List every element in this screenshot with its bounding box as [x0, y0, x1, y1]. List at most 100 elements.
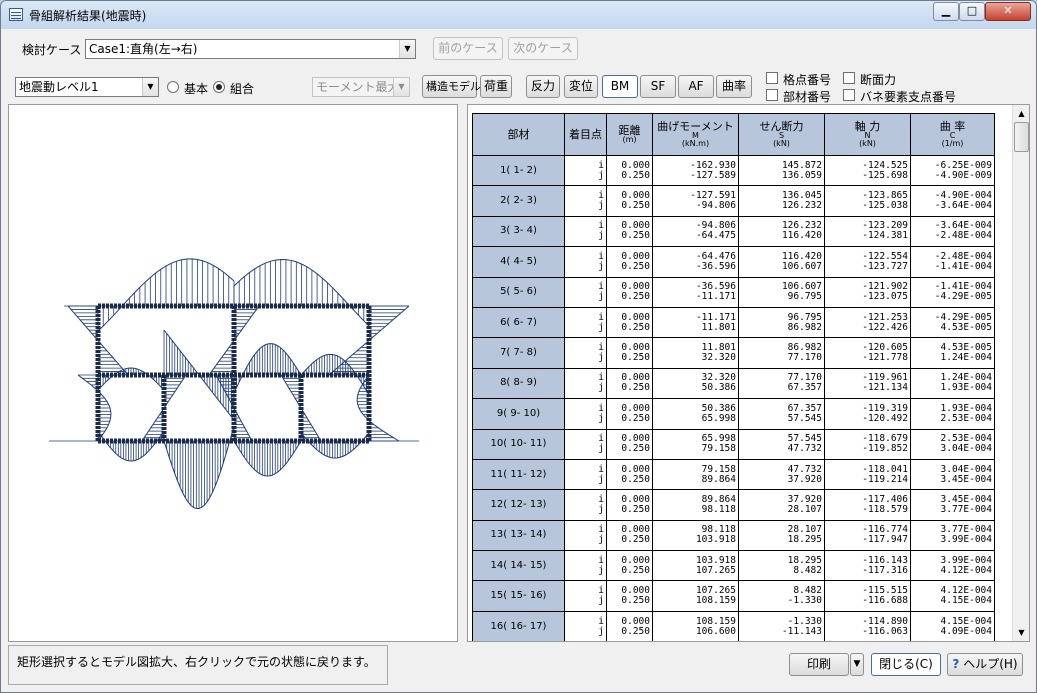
curvature-cell-value: 3.99E-004	[940, 534, 992, 546]
bm-button[interactable]: BM	[602, 75, 638, 98]
scroll-down-icon[interactable]: ▼	[1013, 624, 1029, 641]
moment-cell-value: 106.600	[695, 625, 736, 637]
table-row[interactable]: 9( 9- 10) i j 0.000 0.250 50.386 65.998 67.357 5…	[472, 398, 995, 430]
shear-cell-value: 77.170	[787, 352, 822, 364]
load-button[interactable]: 荷重	[480, 75, 512, 98]
curvature-cell: 1.24E-004 1.93E-004	[910, 367, 995, 400]
table-row[interactable]: 7( 7- 8) i j 0.000 0.250 11.801 32.320 86.982 77…	[472, 337, 995, 369]
chevron-down-icon: ▼	[853, 659, 861, 669]
case-select[interactable]: Case1:直角(左→右) ▼	[85, 39, 416, 59]
af-button[interactable]: AF	[678, 75, 714, 98]
bending-moment-diagram[interactable]	[9, 105, 457, 641]
moment-cell: -11.171 11.801	[652, 306, 739, 339]
displacement-button[interactable]: 変位	[564, 75, 598, 98]
maximize-button[interactable]: □	[959, 2, 985, 21]
shear-cell-value: 106.607	[781, 260, 822, 272]
distance-cell: 0.000 0.250	[606, 458, 653, 491]
axial-cell: -119.319 -120.492	[824, 398, 911, 430]
point-cell: ij	[564, 276, 607, 308]
moment-cell-value: -11.171	[695, 291, 736, 303]
minimize-button[interactable]: ▁	[933, 2, 959, 21]
point-cell: ij	[564, 367, 607, 400]
table-row[interactable]: 4( 4- 5) i j 0.000 0.250 -64.476 -36.596 116.42…	[472, 246, 995, 278]
curvature-cell: -2.48E-004 -1.41E-004	[910, 246, 995, 278]
node-number-checkbox[interactable]	[766, 72, 778, 84]
distance-cell: 0.000 0.250	[606, 367, 653, 400]
radio-combo[interactable]	[213, 81, 225, 93]
scrollbar-thumb[interactable]	[1014, 122, 1029, 152]
curvature-cell-value: -4.29E-005	[934, 291, 992, 303]
print-button[interactable]: 印刷	[789, 653, 849, 676]
prev-case-button[interactable]: 前のケース	[433, 37, 503, 60]
distance-cell: 0.000 0.250	[606, 154, 653, 187]
close-button[interactable]: 閉じる(C)	[871, 653, 941, 676]
distance-cell-value: 0.250	[621, 534, 650, 546]
distance-cell-value: 0.250	[621, 412, 650, 424]
table-row[interactable]: 13( 13- 14) i j 0.000 0.250 98.118 103.918 28.1…	[472, 519, 995, 552]
close-window-button[interactable]: ✕	[985, 2, 1031, 21]
scroll-up-icon[interactable]: ▲	[1013, 105, 1029, 122]
shear-cell: 96.795 86.982	[738, 306, 825, 339]
next-case-button[interactable]: 次のケース	[508, 37, 578, 60]
point-cell-value: j	[598, 443, 604, 455]
point-cell-value: j	[598, 595, 604, 607]
header-axial: 軸 力 N (kN)	[824, 113, 911, 156]
distance-cell-value: 0.250	[621, 200, 650, 212]
curvature-cell-value: -2.48E-004	[934, 230, 992, 242]
member-cell-value: 2( 2- 3)	[500, 195, 537, 207]
reaction-button[interactable]: 反力	[526, 75, 560, 98]
point-cell: ij	[564, 154, 607, 187]
shear-cell: 67.357 57.545	[738, 398, 825, 430]
section-force-checkbox[interactable]	[843, 72, 855, 84]
table-row[interactable]: 6( 6- 7) i j 0.000 0.250 -11.171 11.801 96.795 8…	[472, 306, 995, 339]
structure-model-button[interactable]: 構造モデル	[422, 75, 481, 98]
moment-cell: -127.591 -94.806	[652, 185, 739, 217]
table-scrollbar[interactable]: ▲ ▼	[1012, 105, 1029, 641]
axial-cell: -116.774 -117.947	[824, 519, 911, 552]
table-row[interactable]: 15( 15- 16) i j 0.000 0.250 107.265 108.159 8.4…	[472, 580, 995, 612]
table-row[interactable]: 11( 11- 12) i j 0.000 0.250 79.158 89.864 47.73…	[472, 458, 995, 491]
model-diagram-panel[interactable]	[8, 104, 458, 642]
spring-support-checkbox[interactable]	[843, 89, 855, 101]
point-cell: ij	[564, 550, 607, 582]
help-button[interactable]: ? ヘルプ(H)	[947, 653, 1023, 676]
curvature-cell: 3.45E-004 3.77E-004	[910, 489, 995, 521]
title-bar: 骨組解析結果(地震時) ▁ □ ✕	[1, 1, 1036, 29]
point-cell-value: j	[598, 382, 604, 394]
sf-button[interactable]: SF	[640, 75, 676, 98]
axial-cell-value: -123.075	[862, 291, 908, 303]
moment-cell-value: 50.386	[701, 382, 736, 394]
print-dropdown-button[interactable]: ▼	[850, 653, 864, 676]
distance-cell-value: 0.250	[621, 503, 650, 515]
member-number-checkbox[interactable]	[766, 89, 778, 101]
panel-splitter[interactable]	[458, 104, 466, 642]
table-row[interactable]: 8( 8- 9) i j 0.000 0.250 32.320 50.386 77.170 67…	[472, 367, 995, 400]
distance-cell: 0.000 0.250	[606, 215, 653, 248]
distance-cell-value: 0.250	[621, 169, 650, 181]
table-row[interactable]: 12( 12- 13) i j 0.000 0.250 89.864 98.118 37.92…	[472, 489, 995, 521]
curvature-cell-value: -1.41E-004	[934, 260, 992, 272]
axial-cell-value: -123.727	[862, 260, 908, 272]
point-cell: ij	[564, 580, 607, 612]
maximize-icon: □	[966, 4, 978, 17]
curvature-cell: 3.99E-004 4.12E-004	[910, 550, 995, 582]
table-row[interactable]: 2( 2- 3) i j 0.000 0.250 -127.591 -94.806 136.0…	[472, 185, 995, 217]
axial-cell-value: -116.063	[862, 625, 908, 637]
curvature-cell: -1.41E-004 -4.29E-005	[910, 276, 995, 308]
shear-cell-value: 37.920	[787, 473, 822, 485]
table-row[interactable]: 1( 1- 2) i j 0.000 0.250 -162.930 -127.589 145.…	[472, 154, 995, 187]
moment-max-select[interactable]: モーメント最大 ▼	[312, 77, 410, 97]
table-row[interactable]: 10( 10- 11) i j 0.000 0.250 65.998 79.158 57.54…	[472, 428, 995, 460]
table-row[interactable]: 14( 14- 15) i j 0.000 0.250 103.918 107.265 18.…	[472, 550, 995, 582]
table-row[interactable]: 5( 5- 6) i j 0.000 0.250 -36.596 -11.171 106.60…	[472, 276, 995, 308]
seismic-level-select[interactable]: 地震動レベル1 ▼	[15, 77, 159, 97]
axial-cell: -123.209 -124.381	[824, 215, 911, 248]
distance-cell-value: 0.250	[621, 260, 650, 272]
table-row[interactable]: 16( 16- 17) i j 0.000 0.250 108.159 106.600 -1.…	[472, 610, 995, 641]
distance-cell: 0.000 0.250	[606, 428, 653, 460]
distance-cell-value: 0.250	[621, 473, 650, 485]
table-row[interactable]: 3( 3- 4) i j 0.000 0.250 -94.806 -64.475 126.23…	[472, 215, 995, 248]
curvature-button[interactable]: 曲率	[716, 75, 752, 98]
radio-basic[interactable]	[167, 81, 179, 93]
point-cell: ij	[564, 610, 607, 641]
